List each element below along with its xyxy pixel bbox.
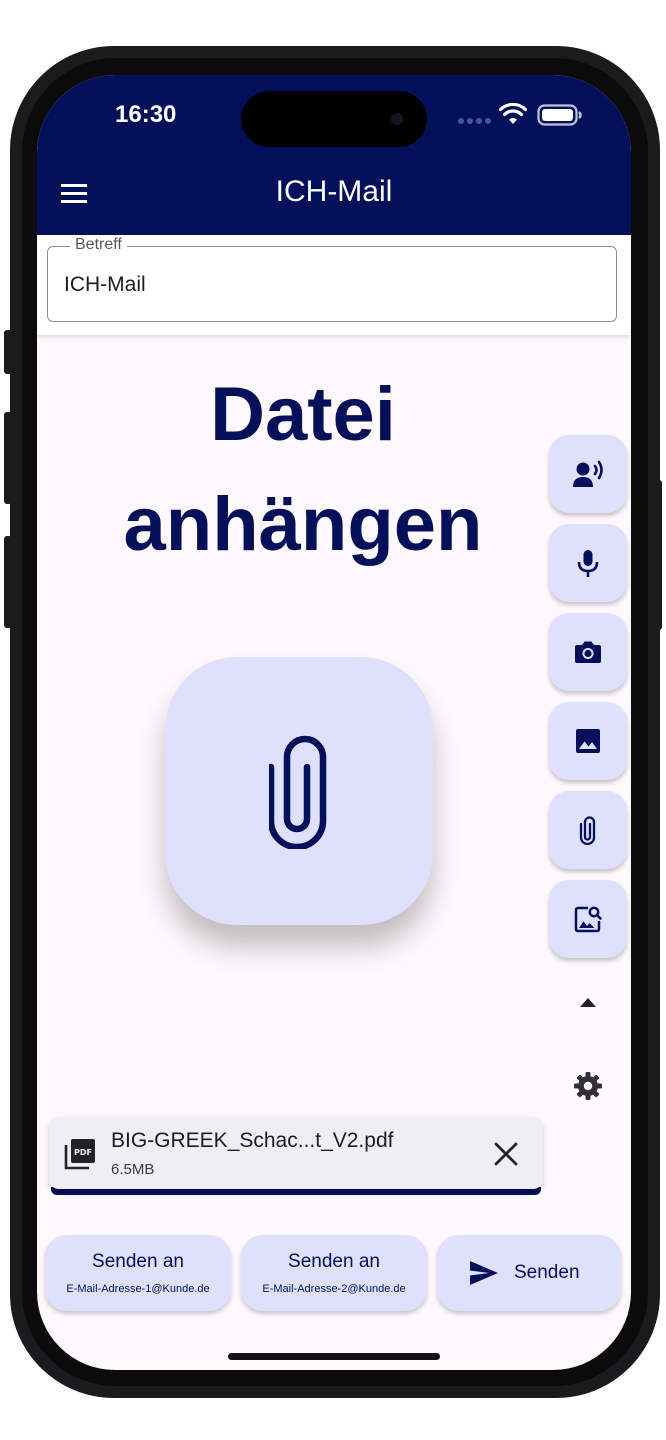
microphone-button[interactable] — [549, 524, 627, 602]
mic-icon — [577, 550, 599, 577]
subject-section: Betreff ICH-Mail — [37, 235, 631, 335]
camera-lens — [391, 113, 403, 125]
attachment-file-name: BIG-GREEK_Schac...t_V2.pdf — [111, 1129, 394, 1152]
send-to-address-2-button[interactable]: Senden an E-Mail-Adresse-2@Kunde.de — [241, 1235, 427, 1311]
headline-line-2: anhängen — [123, 482, 483, 567]
app-title: ICH-Mail — [275, 175, 393, 208]
side-button-silent — [4, 330, 12, 374]
camera-icon — [575, 641, 601, 663]
subject-field[interactable]: Betreff ICH-Mail — [47, 236, 617, 322]
attachment-file-size: 6.5MB — [111, 1161, 155, 1178]
headline-line-1: Datei — [210, 372, 396, 457]
gallery-button[interactable] — [549, 702, 627, 780]
headline: Datei anhängen — [37, 360, 569, 580]
image-search-button[interactable] — [549, 880, 627, 958]
send-to-label: Senden an — [92, 1251, 184, 1272]
pdf-icon: PDF — [63, 1137, 97, 1176]
attachment-chip: PDF BIG-GREEK_Schac...t_V2.pdf 6.5MB — [49, 1117, 543, 1189]
attach-button[interactable] — [549, 791, 627, 869]
battery-icon — [537, 104, 583, 131]
send-to-address-1-button[interactable]: Senden an E-Mail-Adresse-1@Kunde.de — [45, 1235, 231, 1311]
attach-icon — [579, 816, 596, 845]
send-icon — [469, 1259, 499, 1292]
send-to-address: E-Mail-Adresse-2@Kunde.de — [262, 1283, 406, 1295]
image-icon — [576, 729, 600, 753]
close-icon[interactable] — [493, 1141, 519, 1172]
image-search-icon — [574, 906, 602, 933]
status-time: 16:30 — [115, 101, 177, 128]
paperclip-icon — [267, 733, 333, 854]
signal-icon — [457, 113, 491, 131]
send-to-label: Senden an — [288, 1251, 380, 1272]
wifi-icon — [498, 102, 528, 130]
side-button-volume-up — [4, 412, 12, 504]
screen: 16:30 ICH-Mail Betreff ICH-Mail Datei an… — [37, 75, 631, 1370]
send-button[interactable]: Senden — [437, 1235, 621, 1311]
send-to-address: E-Mail-Adresse-1@Kunde.de — [66, 1283, 210, 1295]
attach-file-tile[interactable] — [165, 657, 433, 925]
side-button-volume-down — [4, 536, 12, 628]
camera-button[interactable] — [549, 613, 627, 691]
dynamic-island — [241, 91, 427, 147]
record-voice-icon — [573, 460, 603, 487]
arrow-up-icon[interactable] — [575, 989, 601, 1020]
home-indicator — [228, 1353, 440, 1360]
settings-icon[interactable] — [573, 1071, 603, 1106]
svg-text:PDF: PDF — [74, 1148, 92, 1157]
side-button-power — [654, 480, 662, 630]
send-label: Senden — [514, 1262, 580, 1283]
subject-value[interactable]: ICH-Mail — [64, 273, 146, 297]
subject-label: Betreff — [70, 236, 127, 254]
record-voice-button[interactable] — [549, 435, 627, 513]
app-bar: 16:30 ICH-Mail — [37, 75, 631, 235]
